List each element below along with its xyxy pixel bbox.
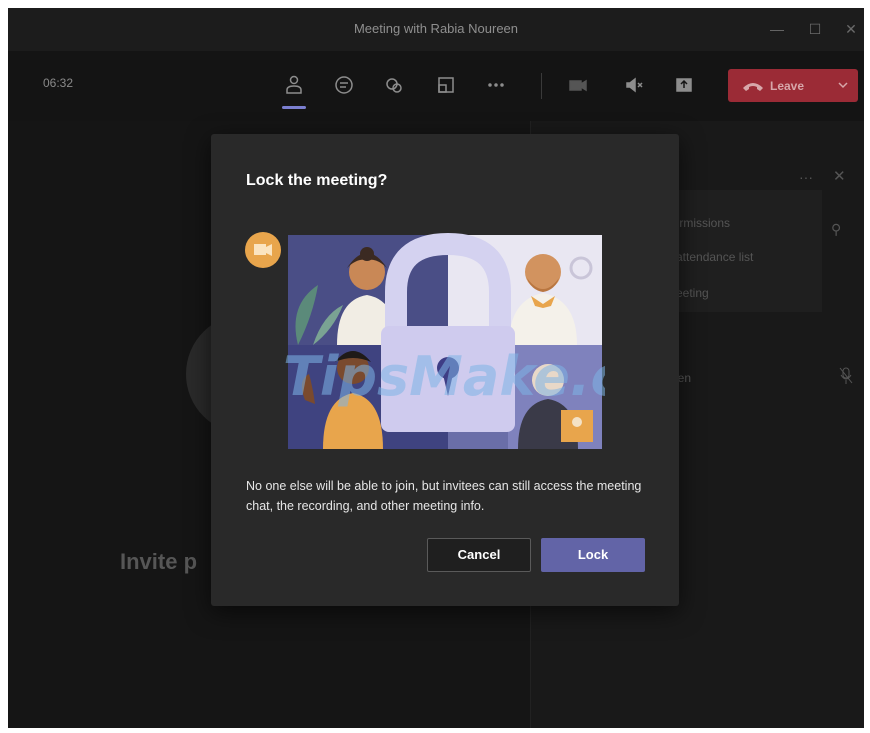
lock-illustration: TipsMake.com	[245, 232, 605, 449]
lock-button[interactable]: Lock	[541, 538, 645, 572]
watermark-text: TipsMake.com	[283, 345, 605, 408]
dialog-title: Lock the meeting?	[246, 172, 388, 189]
teams-meeting-window: Meeting with Rabia Noureen — ☐ ✕ 06:32 L…	[8, 8, 864, 728]
lock-meeting-dialog: Lock the meeting? TipsMake. No one else …	[211, 134, 679, 606]
cancel-button[interactable]: Cancel	[427, 538, 531, 572]
dialog-body-text: No one else will be able to join, but in…	[246, 479, 642, 513]
